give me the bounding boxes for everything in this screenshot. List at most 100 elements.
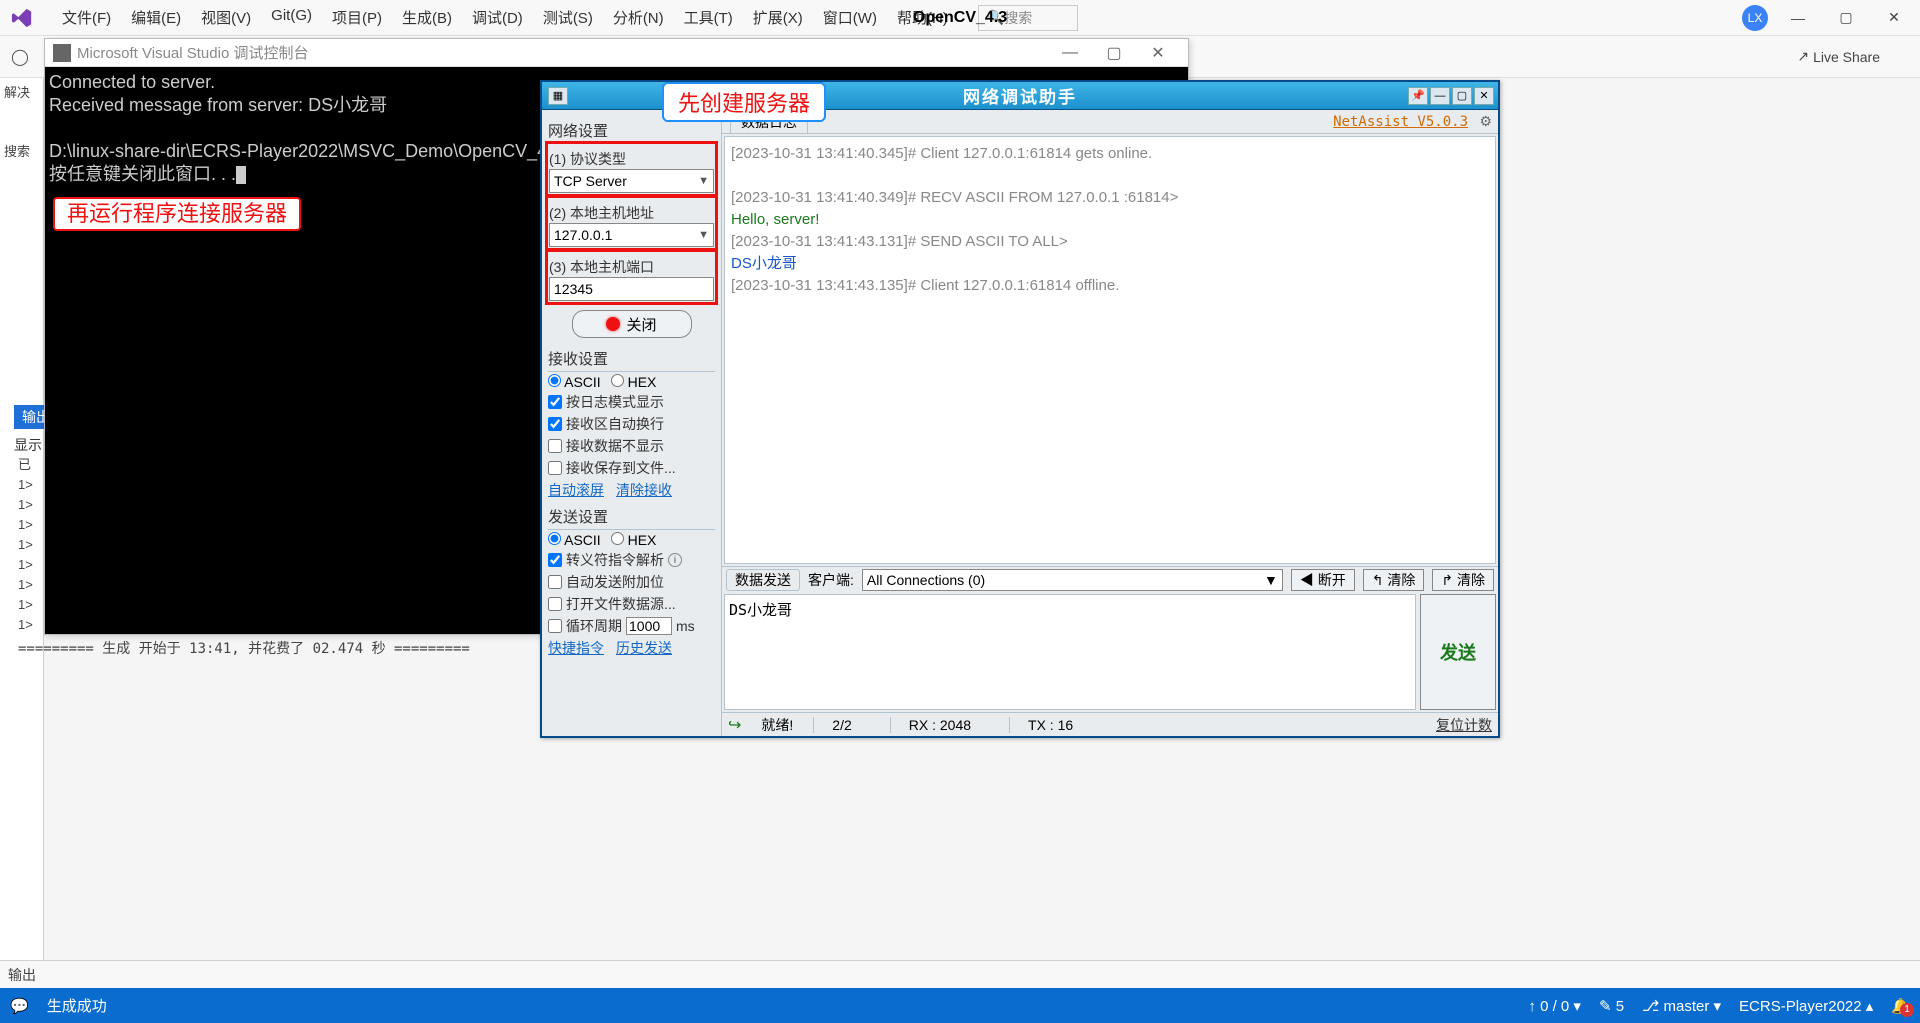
menu-item[interactable]: 生成(B) bbox=[392, 1, 462, 34]
data-send-tab[interactable]: 数据发送 bbox=[726, 569, 800, 591]
client-select[interactable]: All Connections (0) ▼ bbox=[862, 569, 1283, 591]
vs-window-title: OpenCV_4.3 bbox=[913, 9, 1007, 27]
netassist-pin-icon[interactable]: 📌 bbox=[1408, 87, 1428, 105]
quick-cmd-link[interactable]: 快捷指令 bbox=[548, 638, 604, 658]
send-header: 数据发送 客户端: All Connections (0) ▼ ◀ 断开 ↰ 清除… bbox=[722, 566, 1498, 592]
vs-menubar: 文件(F)编辑(E)视图(V)Git(G)项目(P)生成(B)调试(D)测试(S… bbox=[0, 0, 1920, 36]
send-option[interactable]: 打开文件数据源... bbox=[548, 594, 715, 614]
send-textarea[interactable]: DS小龙哥 bbox=[724, 594, 1416, 710]
error-count[interactable]: ↑ 0 / 0 ▾ bbox=[1528, 997, 1581, 1015]
ready-label: 就绪! bbox=[761, 715, 793, 735]
menu-item[interactable]: 窗口(W) bbox=[813, 1, 887, 34]
chat-icon[interactable]: 💬 bbox=[10, 997, 29, 1015]
console-icon bbox=[53, 44, 71, 62]
menu-item[interactable]: Git(G) bbox=[261, 1, 322, 34]
send-button[interactable]: 发送 bbox=[1420, 594, 1496, 710]
git-branch[interactable]: ⎇ master ▾ bbox=[1642, 997, 1721, 1015]
vs-statusbar: 💬 生成成功 ↑ 0 / 0 ▾ ✎ 5 ⎇ master ▾ ECRS-Pla… bbox=[0, 988, 1920, 1023]
console-maximize-button[interactable]: ▢ bbox=[1092, 43, 1136, 63]
netassist-title: 网络调试助手 bbox=[963, 83, 1077, 108]
build-status: 生成成功 bbox=[47, 995, 107, 1016]
console-minimize-button[interactable]: — bbox=[1048, 44, 1092, 62]
live-share-button[interactable]: ↗ Live Share bbox=[1797, 48, 1880, 65]
status-rx: RX : 2048 bbox=[890, 717, 989, 733]
menu-item[interactable]: 扩展(X) bbox=[743, 1, 813, 34]
notification-count: 1 bbox=[1900, 1003, 1914, 1017]
annotation-create-server: 先创建服务器 bbox=[662, 82, 826, 122]
port-label: (3) 本地主机端口 bbox=[549, 257, 714, 277]
host-label: (2) 本地主机地址 bbox=[549, 203, 714, 223]
build-output-lines: 已1>1>1>1>1>1>1>1> bbox=[18, 455, 44, 635]
send-ascii-radio[interactable]: ASCII bbox=[548, 532, 601, 548]
auto-scroll-link[interactable]: 自动滚屏 bbox=[548, 480, 604, 500]
clear-recv-link[interactable]: 清除接收 bbox=[616, 480, 672, 500]
close-connection-button[interactable]: 关闭 bbox=[572, 310, 692, 338]
netassist-minimize-button[interactable]: — bbox=[1430, 87, 1450, 105]
solution-label: 解决 bbox=[4, 82, 39, 101]
recv-option[interactable]: 接收保存到文件... bbox=[548, 458, 715, 478]
send-option[interactable]: 自动发送附加位 bbox=[548, 572, 715, 592]
minimize-button[interactable]: — bbox=[1780, 5, 1816, 31]
disconnect-button[interactable]: ◀ 断开 bbox=[1291, 569, 1355, 591]
netassist-titlebar: ▦ 先创建服务器 网络调试助手 📌 — ▢ ✕ bbox=[542, 82, 1498, 110]
client-value: All Connections (0) bbox=[867, 572, 985, 588]
menu-item[interactable]: 分析(N) bbox=[603, 1, 674, 34]
reset-count-link[interactable]: 复位计数 bbox=[1436, 715, 1492, 735]
console-close-button[interactable]: ✕ bbox=[1136, 43, 1180, 63]
netassist-maximize-button[interactable]: ▢ bbox=[1452, 87, 1472, 105]
chevron-down-icon: ▼ bbox=[1264, 572, 1278, 588]
chevron-down-icon: ▼ bbox=[698, 175, 709, 187]
recv-option[interactable]: 按日志模式显示 bbox=[548, 392, 715, 412]
history-link[interactable]: 历史发送 bbox=[616, 638, 672, 658]
show-label: 显示 bbox=[14, 435, 42, 455]
output-label: 输出 bbox=[8, 965, 36, 985]
vs-output-panel-header: 输出 bbox=[0, 960, 1920, 988]
close-btn-label: 关闭 bbox=[626, 314, 656, 335]
recv-hex-radio[interactable]: HEX bbox=[611, 374, 657, 390]
log-header: 数据日志 NetAssist V5.0.3 ⚙ bbox=[722, 110, 1498, 134]
vs-search-placeholder: 搜索 bbox=[1004, 8, 1032, 28]
info-icon: i bbox=[668, 553, 682, 567]
netassist-menu-icon[interactable]: ▦ bbox=[548, 87, 568, 105]
host-select[interactable]: 127.0.0.1▼ bbox=[549, 223, 714, 247]
back-icon[interactable]: ◯ bbox=[8, 45, 32, 69]
recv-settings-group: 接收设置 bbox=[548, 346, 715, 372]
status-pos: 2/2 bbox=[813, 717, 869, 733]
send-hex-radio[interactable]: HEX bbox=[611, 532, 657, 548]
record-dot-icon bbox=[606, 317, 620, 331]
build-summary-line: ========= 生成 开始于 13:41, 并花费了 02.474 秒 ==… bbox=[18, 638, 470, 658]
git-repo[interactable]: ECRS-Player2022 ▴ bbox=[1739, 997, 1873, 1015]
protocol-select[interactable]: TCP Server▼ bbox=[549, 169, 714, 193]
recv-option[interactable]: 接收区自动换行 bbox=[548, 414, 715, 434]
menu-item[interactable]: 文件(F) bbox=[52, 1, 121, 34]
console-title: Microsoft Visual Studio 调试控制台 bbox=[77, 42, 1048, 63]
send-option[interactable]: 转义符指令解析 i bbox=[548, 550, 715, 570]
data-log-area: [2023-10-31 13:41:40.345]# Client 127.0.… bbox=[724, 136, 1496, 564]
clear-left-button[interactable]: ↰ 清除 bbox=[1363, 569, 1425, 591]
netassist-close-button[interactable]: ✕ bbox=[1474, 87, 1494, 105]
netassist-version[interactable]: NetAssist V5.0.3 bbox=[1333, 114, 1468, 130]
text-cursor bbox=[236, 166, 246, 184]
live-share-label: Live Share bbox=[1813, 49, 1880, 65]
user-avatar-badge[interactable]: LX bbox=[1742, 5, 1768, 31]
cycle-input[interactable] bbox=[626, 617, 672, 635]
recv-option[interactable]: 接收数据不显示 bbox=[548, 436, 715, 456]
maximize-button[interactable]: ▢ bbox=[1828, 5, 1864, 31]
menu-item[interactable]: 视图(V) bbox=[191, 1, 261, 34]
port-input[interactable] bbox=[549, 277, 714, 301]
send-option[interactable]: 循环周期 ms bbox=[548, 616, 715, 636]
notification-bell-icon[interactable]: 🔔1 bbox=[1891, 997, 1910, 1015]
clear-right-button[interactable]: ↱ 清除 bbox=[1432, 569, 1494, 591]
host-value: 127.0.0.1 bbox=[554, 227, 612, 243]
recv-ascii-radio[interactable]: ASCII bbox=[548, 374, 601, 390]
menu-item[interactable]: 项目(P) bbox=[322, 1, 392, 34]
menu-item[interactable]: 测试(S) bbox=[533, 1, 603, 34]
close-button[interactable]: ✕ bbox=[1876, 5, 1912, 31]
gear-icon[interactable]: ⚙ bbox=[1479, 113, 1492, 130]
client-label: 客户端: bbox=[808, 570, 854, 590]
menu-item[interactable]: 工具(T) bbox=[674, 1, 743, 34]
pending-changes[interactable]: ✎ 5 bbox=[1599, 997, 1624, 1015]
console-titlebar: Microsoft Visual Studio 调试控制台 — ▢ ✕ bbox=[45, 39, 1188, 67]
menu-item[interactable]: 编辑(E) bbox=[121, 1, 191, 34]
menu-item[interactable]: 调试(D) bbox=[462, 1, 533, 34]
